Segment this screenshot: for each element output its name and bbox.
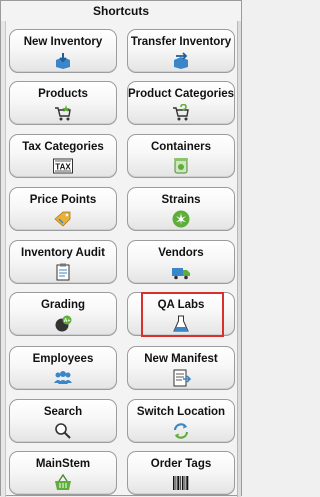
products-button[interactable]: Products: [9, 81, 117, 125]
inventory-audit-button[interactable]: Inventory Audit: [9, 240, 117, 284]
product-categories-button[interactable]: Product Categories: [127, 81, 235, 125]
containers-label: Containers: [150, 141, 212, 153]
search-button[interactable]: Search: [9, 399, 117, 443]
products-label: Products: [38, 88, 88, 100]
vendors-label: Vendors: [158, 247, 204, 259]
switch-location-button[interactable]: Switch Location: [127, 399, 235, 443]
strains-button[interactable]: Strains: [127, 187, 235, 231]
employees-label: Employees: [32, 353, 94, 365]
svg-text:TAX: TAX: [55, 162, 71, 171]
container-icon: [171, 157, 191, 175]
clipboard-icon: [53, 263, 73, 281]
box-download-icon: [53, 52, 73, 70]
order-tags-label: Order Tags: [150, 458, 212, 470]
qa-labs-label: QA Labs: [157, 299, 205, 311]
inventory-audit-label: Inventory Audit: [21, 247, 105, 259]
manifest-icon: [171, 369, 191, 387]
containers-button[interactable]: Containers: [127, 134, 235, 178]
people-icon: [53, 369, 73, 387]
transfer-inventory-label: Transfer Inventory: [130, 36, 232, 48]
cart-question-icon: [171, 104, 191, 122]
leaf-icon: [171, 210, 191, 228]
refresh-icon: [171, 422, 191, 440]
mainstem-label: MainStem: [35, 458, 91, 470]
price-points-button[interactable]: Price Points: [9, 187, 117, 231]
box-transfer-icon: [171, 52, 191, 70]
grade-icon: A+: [53, 315, 73, 333]
new-inventory-label: New Inventory: [23, 36, 103, 48]
mainstem-button[interactable]: MainStem: [9, 451, 117, 495]
magnifier-icon: [53, 422, 73, 440]
flask-icon: [171, 315, 191, 333]
product-categories-label: Product Categories: [128, 88, 235, 100]
employees-button[interactable]: Employees: [9, 346, 117, 390]
order-tags-button[interactable]: Order Tags: [127, 451, 235, 495]
strains-label: Strains: [161, 194, 201, 206]
panel-title: Shortcuts: [92, 4, 149, 18]
vendors-button[interactable]: Vendors: [127, 240, 235, 284]
new-inventory-button[interactable]: New Inventory: [9, 29, 117, 73]
price-points-label: Price Points: [29, 194, 97, 206]
tax-icon: TAX: [53, 157, 73, 175]
truck-icon: [171, 263, 191, 281]
qa-labs-button[interactable]: QA Labs: [127, 292, 235, 336]
grading-label: Grading: [40, 299, 86, 311]
new-manifest-button[interactable]: New Manifest: [127, 346, 235, 390]
svg-text:A+: A+: [64, 318, 71, 324]
shortcuts-panel: Shortcuts New Inventory Transfer Invento…: [0, 0, 242, 497]
basket-icon: [53, 474, 73, 492]
switch-location-label: Switch Location: [136, 406, 226, 418]
transfer-inventory-button[interactable]: Transfer Inventory: [127, 29, 235, 73]
barcode-icon: [171, 474, 191, 492]
tax-categories-button[interactable]: Tax Categories TAX: [9, 134, 117, 178]
tax-categories-label: Tax Categories: [22, 141, 104, 153]
search-label: Search: [43, 406, 83, 418]
cart-sparkle-icon: [53, 104, 73, 122]
grading-button[interactable]: Grading A+: [9, 292, 117, 336]
price-tag-icon: [53, 210, 73, 228]
new-manifest-label: New Manifest: [144, 353, 218, 365]
left-scroll-strip: [1, 21, 6, 497]
scrollbar[interactable]: [237, 21, 241, 497]
